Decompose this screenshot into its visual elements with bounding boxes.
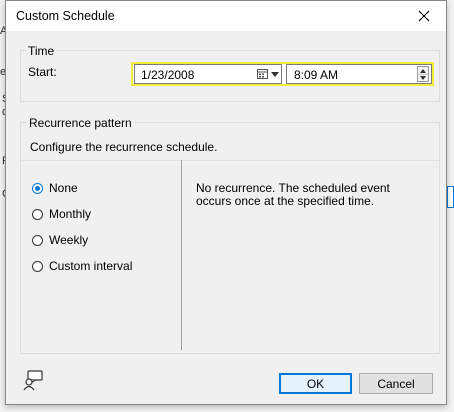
recurrence-divider-horizontal [21, 160, 439, 161]
radio-none-label: None [49, 181, 78, 195]
chevron-down-icon [271, 71, 279, 77]
time-spinner[interactable] [417, 66, 429, 82]
dialog-title: Custom Schedule [16, 9, 115, 23]
recurrence-instruction: Configure the recurrence schedule. [30, 140, 218, 154]
radio-custom-interval[interactable]: Custom interval [32, 259, 132, 273]
start-label: Start: [28, 65, 57, 79]
background-input [447, 186, 454, 208]
ok-button[interactable]: OK [279, 373, 352, 394]
radio-weekly-label: Weekly [49, 233, 89, 247]
spin-down-button[interactable] [418, 74, 428, 81]
radio-custom-interval-indicator[interactable] [32, 260, 43, 272]
recurrence-group-label: Recurrence pattern [27, 116, 134, 130]
start-time-value: 8:09 AM [294, 68, 339, 82]
time-group-label: Time [26, 44, 57, 58]
calendar-icon [257, 68, 268, 79]
radio-custom-interval-label: Custom interval [49, 259, 133, 273]
close-icon [418, 10, 430, 22]
radio-monthly[interactable]: Monthly [32, 207, 91, 221]
start-time-field[interactable]: 8:09 AM [286, 64, 432, 84]
cancel-button[interactable]: Cancel [359, 373, 433, 394]
calendar-dropdown-button[interactable] [257, 67, 279, 81]
radio-none-indicator[interactable] [32, 182, 43, 194]
radio-monthly-indicator[interactable] [32, 208, 43, 220]
custom-schedule-dialog: Custom Schedule Time Start: 1/23/2008 8:… [5, 0, 447, 405]
chevron-down-icon [420, 75, 426, 80]
radio-none[interactable]: None [32, 181, 78, 195]
title-bar: Custom Schedule [6, 1, 446, 31]
close-button[interactable] [404, 1, 444, 31]
start-date-value: 1/23/2008 [141, 68, 195, 82]
help-icon[interactable] [22, 369, 44, 391]
radio-monthly-label: Monthly [49, 207, 92, 221]
recurrence-divider-vertical [181, 160, 182, 350]
recurrence-description: No recurrence. The scheduled event occur… [196, 181, 390, 208]
chevron-up-icon [420, 68, 426, 73]
radio-weekly[interactable]: Weekly [32, 233, 88, 247]
start-date-picker[interactable]: 1/23/2008 [134, 64, 282, 84]
radio-weekly-indicator[interactable] [32, 234, 43, 246]
